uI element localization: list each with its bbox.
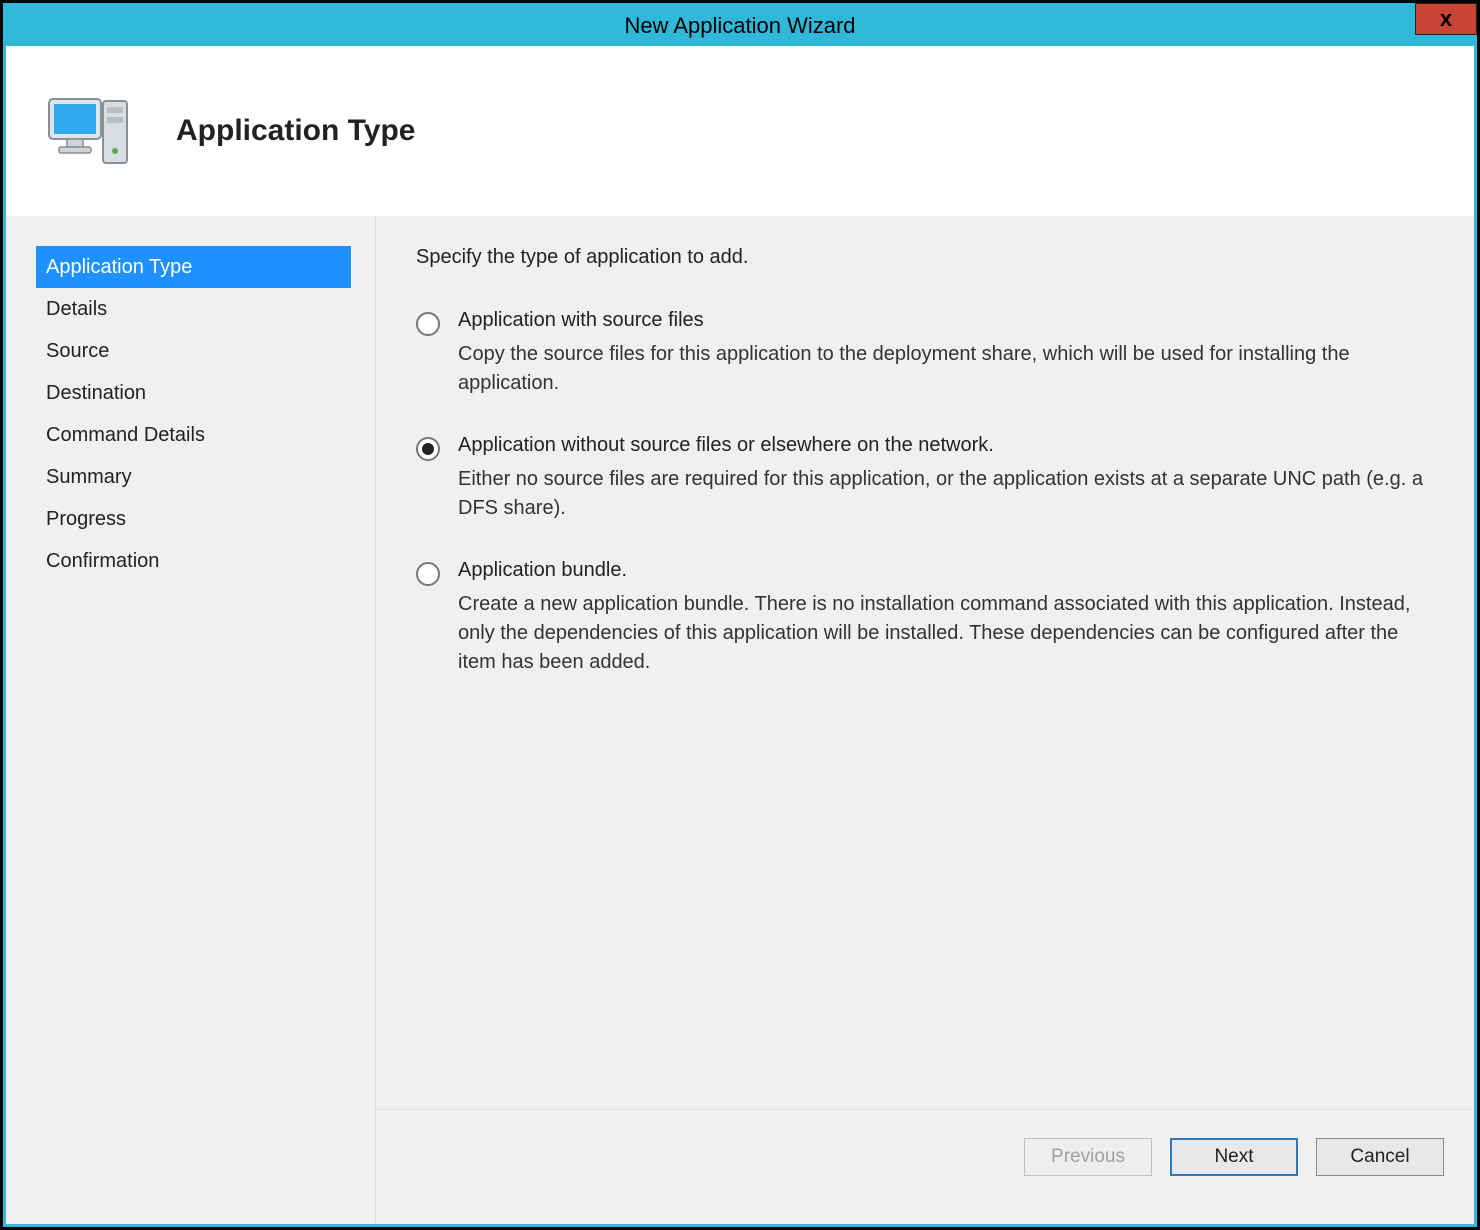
content-area: Specify the type of application to add. … xyxy=(376,216,1474,1109)
button-bar: Previous Next Cancel xyxy=(376,1109,1474,1224)
close-icon: x xyxy=(1440,6,1452,32)
step-label: Application Type xyxy=(46,256,192,278)
option-with-source: Application with source files Copy the s… xyxy=(416,309,1434,398)
wizard-window: New Application Wizard x xyxy=(0,0,1480,1230)
step-label: Destination xyxy=(46,382,146,404)
cancel-button[interactable]: Cancel xyxy=(1316,1138,1444,1176)
option-description: Copy the source files for this applicati… xyxy=(458,340,1434,398)
step-source[interactable]: Source xyxy=(36,330,351,372)
step-label: Command Details xyxy=(46,424,205,446)
step-progress[interactable]: Progress xyxy=(36,498,351,540)
option-bundle: Application bundle. Create a new applica… xyxy=(416,559,1434,677)
option-text: Application without source files or else… xyxy=(458,434,1434,523)
option-label: Application with source files xyxy=(458,309,1434,332)
step-label: Source xyxy=(46,340,109,362)
step-list: Application Type Details Source Destinat… xyxy=(36,246,351,582)
close-button[interactable]: x xyxy=(1415,3,1477,35)
step-application-type[interactable]: Application Type xyxy=(36,246,351,288)
main-panel: Specify the type of application to add. … xyxy=(376,216,1474,1224)
step-command-details[interactable]: Command Details xyxy=(36,414,351,456)
option-description: Either no source files are required for … xyxy=(458,465,1434,523)
page-title: Application Type xyxy=(176,114,415,148)
option-text: Application with source files Copy the s… xyxy=(458,309,1434,398)
step-label: Confirmation xyxy=(46,550,159,572)
option-text: Application bundle. Create a new applica… xyxy=(458,559,1434,677)
previous-button: Previous xyxy=(1024,1138,1152,1176)
step-summary[interactable]: Summary xyxy=(36,456,351,498)
step-label: Details xyxy=(46,298,107,320)
step-label: Summary xyxy=(46,466,132,488)
sidebar: Application Type Details Source Destinat… xyxy=(6,216,376,1224)
wizard-body: Application Type Details Source Destinat… xyxy=(6,216,1474,1224)
step-label: Progress xyxy=(46,508,126,530)
step-confirmation[interactable]: Confirmation xyxy=(36,540,351,582)
option-label: Application without source files or else… xyxy=(458,434,1434,457)
computer-icon xyxy=(36,76,146,186)
option-without-source: Application without source files or else… xyxy=(416,434,1434,523)
next-button[interactable]: Next xyxy=(1170,1138,1298,1176)
content-heading: Specify the type of application to add. xyxy=(416,246,1434,269)
option-label: Application bundle. xyxy=(458,559,1434,582)
radio-bundle[interactable] xyxy=(416,562,440,586)
wizard-header: Application Type xyxy=(6,46,1474,216)
option-description: Create a new application bundle. There i… xyxy=(458,590,1434,677)
radio-without-source[interactable] xyxy=(416,437,440,461)
titlebar: New Application Wizard x xyxy=(6,6,1474,46)
step-details[interactable]: Details xyxy=(36,288,351,330)
radio-with-source[interactable] xyxy=(416,312,440,336)
step-destination[interactable]: Destination xyxy=(36,372,351,414)
client-area: Application Type Application Type Detail… xyxy=(6,46,1474,1224)
window-title: New Application Wizard xyxy=(624,13,855,39)
